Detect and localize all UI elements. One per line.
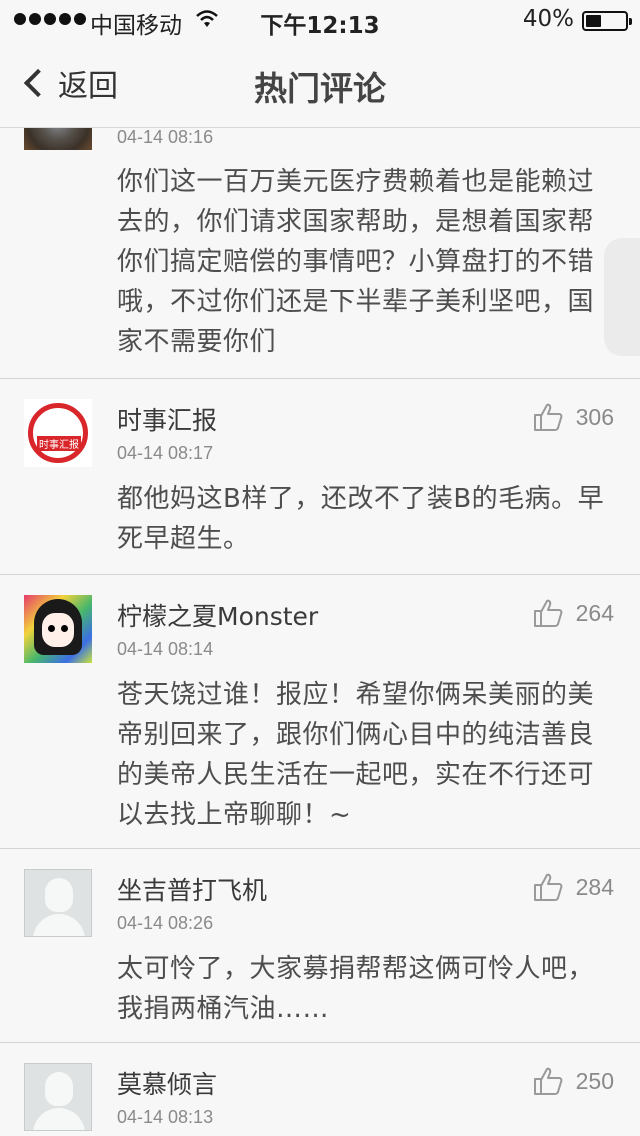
default-avatar-icon bbox=[45, 1072, 73, 1106]
like-count: 264 bbox=[575, 599, 614, 626]
comment-time: 04-14 08:16 bbox=[117, 127, 214, 147]
default-avatar-icon bbox=[45, 878, 73, 912]
girl-eye-icon bbox=[61, 625, 68, 632]
status-bar: 中国移动 下午12:13 40% bbox=[0, 0, 640, 40]
comment-content: 都他妈这B样了，还改不了装B的毛病。早死早超生。 bbox=[117, 484, 605, 554]
thumbs-up-icon bbox=[533, 873, 563, 901]
comment-content: 你们这一百万美元医疗费赖着也是能赖过去的，你们请求国家帮助，是想着国家帮你们搞定… bbox=[117, 167, 595, 357]
comment-content: 苍天饶过谁！报应！希望你俩呆美丽的美帝别回来了，跟你们俩心目中的纯洁善良的美帝人… bbox=[117, 680, 595, 830]
comment-item[interactable]: 04-14 08:16 你们这一百万美元医疗费赖着也是能赖过去的，你们请求国家帮… bbox=[0, 100, 640, 379]
comment-time: 04-14 08:26 bbox=[117, 913, 214, 933]
comment-author[interactable]: 时事汇报 bbox=[117, 401, 217, 437]
commenter-avatar[interactable] bbox=[24, 869, 92, 937]
like-count: 306 bbox=[575, 403, 614, 430]
like-button[interactable]: 306 bbox=[532, 401, 614, 433]
thumbs-up-icon bbox=[533, 599, 563, 627]
like-button[interactable]: 250 bbox=[532, 1065, 614, 1097]
like-count: 250 bbox=[575, 1067, 614, 1094]
comment-time: 04-14 08:14 bbox=[117, 639, 214, 659]
like-button[interactable]: 264 bbox=[532, 597, 614, 629]
girl-eye-icon bbox=[48, 625, 55, 632]
like-button[interactable]: 284 bbox=[532, 871, 614, 903]
battery-level-fill bbox=[586, 15, 601, 27]
commenter-avatar[interactable]: 时事汇报 bbox=[24, 399, 92, 467]
comment-time: 04-14 08:17 bbox=[117, 443, 214, 463]
comment-author[interactable]: 坐吉普打飞机 bbox=[117, 871, 267, 907]
girl-face-shape bbox=[42, 613, 74, 647]
comment-list[interactable]: 04-14 08:16 你们这一百万美元医疗费赖着也是能赖过去的，你们请求国家帮… bbox=[0, 0, 640, 1136]
default-avatar-body bbox=[33, 914, 85, 936]
battery-icon bbox=[582, 11, 632, 31]
like-count: 284 bbox=[575, 873, 614, 900]
news-logo-text: 时事汇报 bbox=[37, 436, 81, 451]
comment-content: 太可怜了，大家募捐帮帮这俩可怜人吧，我捐两桶汽油…… bbox=[117, 954, 595, 1024]
comment-item[interactable]: 莫慕倾言 04-14 08:13 250 bbox=[0, 1043, 640, 1136]
page-title: 热门评论 bbox=[254, 69, 386, 108]
battery-percentage: 40% bbox=[522, 6, 574, 32]
navigation-bar: 返回 热门评论 bbox=[0, 40, 640, 128]
default-avatar-body bbox=[33, 1108, 85, 1130]
thumbs-up-icon bbox=[533, 1067, 563, 1095]
news-logo-icon: 时事汇报 bbox=[28, 403, 88, 463]
comment-time: 04-14 08:13 bbox=[117, 1107, 214, 1127]
comment-author[interactable]: 柠檬之夏Monster bbox=[117, 597, 318, 633]
comment-item[interactable]: 坐吉普打飞机 04-14 08:26 284 太可怜了，大家募捐帮帮这俩可怜人吧… bbox=[0, 849, 640, 1043]
comment-author[interactable]: 莫慕倾言 bbox=[117, 1065, 217, 1101]
thumbs-up-icon bbox=[533, 403, 563, 431]
commenter-avatar[interactable] bbox=[24, 1063, 92, 1131]
scroll-handle[interactable] bbox=[604, 238, 640, 356]
commenter-avatar[interactable] bbox=[24, 595, 92, 663]
comment-item[interactable]: 时事汇报 时事汇报 04-14 08:17 306 都他妈这B样了，还改不了装B… bbox=[0, 379, 640, 575]
comment-item[interactable]: 柠檬之夏Monster 04-14 08:14 264 苍天饶过谁！报应！希望你… bbox=[0, 575, 640, 849]
